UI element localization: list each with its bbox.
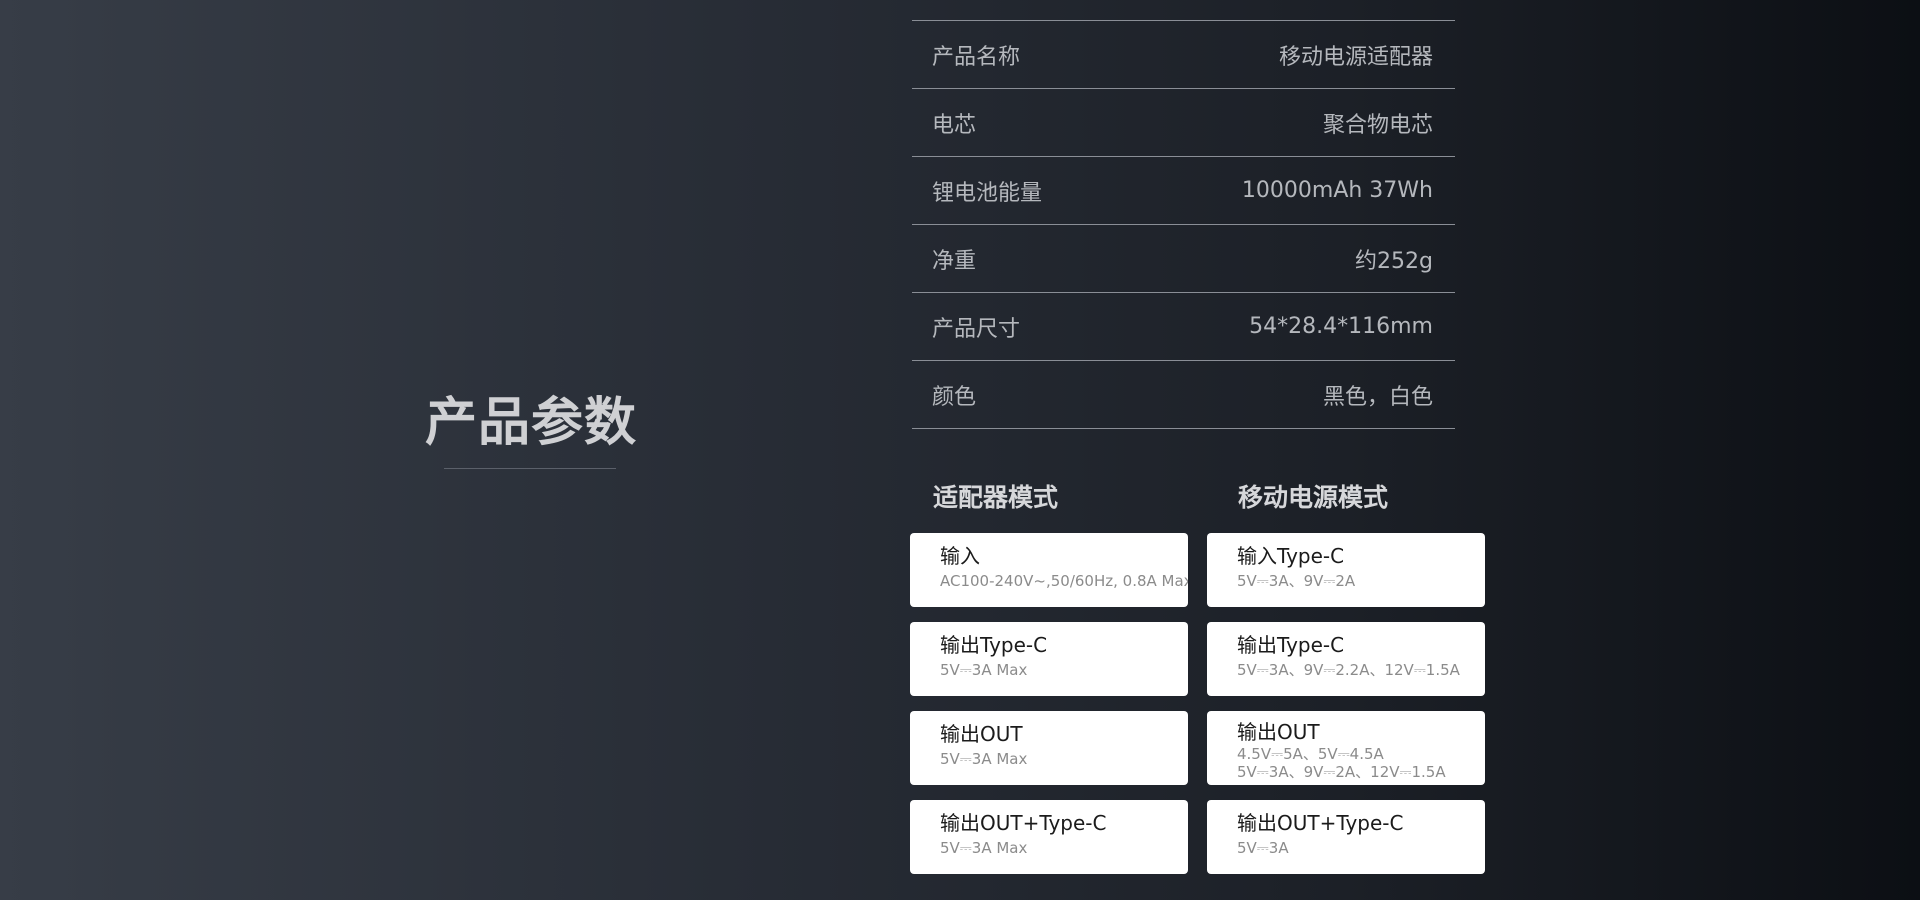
adapter-output-out-card: 输出OUT 5V⎓3A Max <box>910 711 1188 785</box>
adapter-output-typec-card: 输出Type-C 5V⎓3A Max <box>910 622 1188 696</box>
power-bank-mode-title: 移动电源模式 <box>1238 483 1389 512</box>
spec-row-cell: 电芯 聚合物电芯 <box>912 89 1455 157</box>
spec-row-battery-energy: 锂电池能量 10000mAh 37Wh <box>912 157 1455 225</box>
card-value: 5V⎓3A <box>1237 839 1289 857</box>
card-value: 4.5V⎓5A、5V⎓4.5A <box>1237 745 1384 763</box>
powerbank-input-typec-card: 输入Type-C 5V⎓3A、9V⎓2A <box>1207 533 1485 607</box>
spec-value: 黑色，白色 <box>1322 384 1433 410</box>
spec-value: 移动电源适配器 <box>1278 44 1433 70</box>
spec-table: 产品名称 移动电源适配器 电芯 聚合物电芯 锂电池能量 10000mAh 37W… <box>912 20 1455 429</box>
card-value: AC100-240V~,50/60Hz, 0.8A Max <box>940 572 1188 590</box>
spec-row-net-weight: 净重 约252g <box>912 225 1455 293</box>
adapter-input-card: 输入 AC100-240V~,50/60Hz, 0.8A Max <box>910 533 1188 607</box>
adapter-mode-title: 适配器模式 <box>933 483 1059 512</box>
spec-label: 锂电池能量 <box>932 180 1043 206</box>
title-underline <box>444 468 616 469</box>
spec-label: 电芯 <box>932 112 977 138</box>
card-label: 输出OUT <box>940 722 1023 746</box>
spec-row-product-name: 产品名称 移动电源适配器 <box>912 21 1455 89</box>
spec-value: 10000mAh 37Wh <box>1241 178 1433 203</box>
card-value: 5V⎓3A、9V⎓2A <box>1237 572 1356 590</box>
powerbank-output-out-typec-card: 输出OUT+Type-C 5V⎓3A <box>1207 800 1485 874</box>
spec-label: 产品尺寸 <box>932 316 1021 342</box>
card-label: 输出OUT+Type-C <box>940 811 1107 835</box>
card-value: 5V⎓3A Max <box>940 661 1028 679</box>
spec-value: 约252g <box>1355 248 1433 274</box>
spec-row-dimensions: 产品尺寸 54*28.4*116mm <box>912 293 1455 361</box>
spec-label: 净重 <box>932 248 977 274</box>
card-label: 输出OUT <box>1237 720 1320 744</box>
card-label: 输入Type-C <box>1237 544 1345 568</box>
powerbank-output-typec-card: 输出Type-C 5V⎓3A、9V⎓2.2A、12V⎓1.5A <box>1207 622 1485 696</box>
card-value-secondary: 5V⎓3A、9V⎓2A、12V⎓1.5A <box>1237 763 1446 781</box>
spec-label: 颜色 <box>932 384 977 410</box>
card-value: 5V⎓3A、9V⎓2.2A、12V⎓1.5A <box>1237 661 1460 679</box>
spec-value: 54*28.4*116mm <box>1249 314 1433 339</box>
spec-row-color: 颜色 黑色，白色 <box>912 361 1455 429</box>
card-value: 5V⎓3A Max <box>940 750 1028 768</box>
powerbank-output-out-card: 输出OUT 4.5V⎓5A、5V⎓4.5A 5V⎓3A、9V⎓2A、12V⎓1.… <box>1207 711 1485 785</box>
spec-value: 聚合物电芯 <box>1322 112 1433 138</box>
card-label: 输出Type-C <box>1237 633 1345 657</box>
section-title: 产品参数 <box>425 393 638 453</box>
card-label: 输入 <box>940 544 980 568</box>
spec-label: 产品名称 <box>932 44 1021 70</box>
card-value: 5V⎓3A Max <box>940 839 1028 857</box>
card-label: 输出Type-C <box>940 633 1048 657</box>
adapter-output-out-typec-card: 输出OUT+Type-C 5V⎓3A Max <box>910 800 1188 874</box>
card-label: 输出OUT+Type-C <box>1237 811 1404 835</box>
